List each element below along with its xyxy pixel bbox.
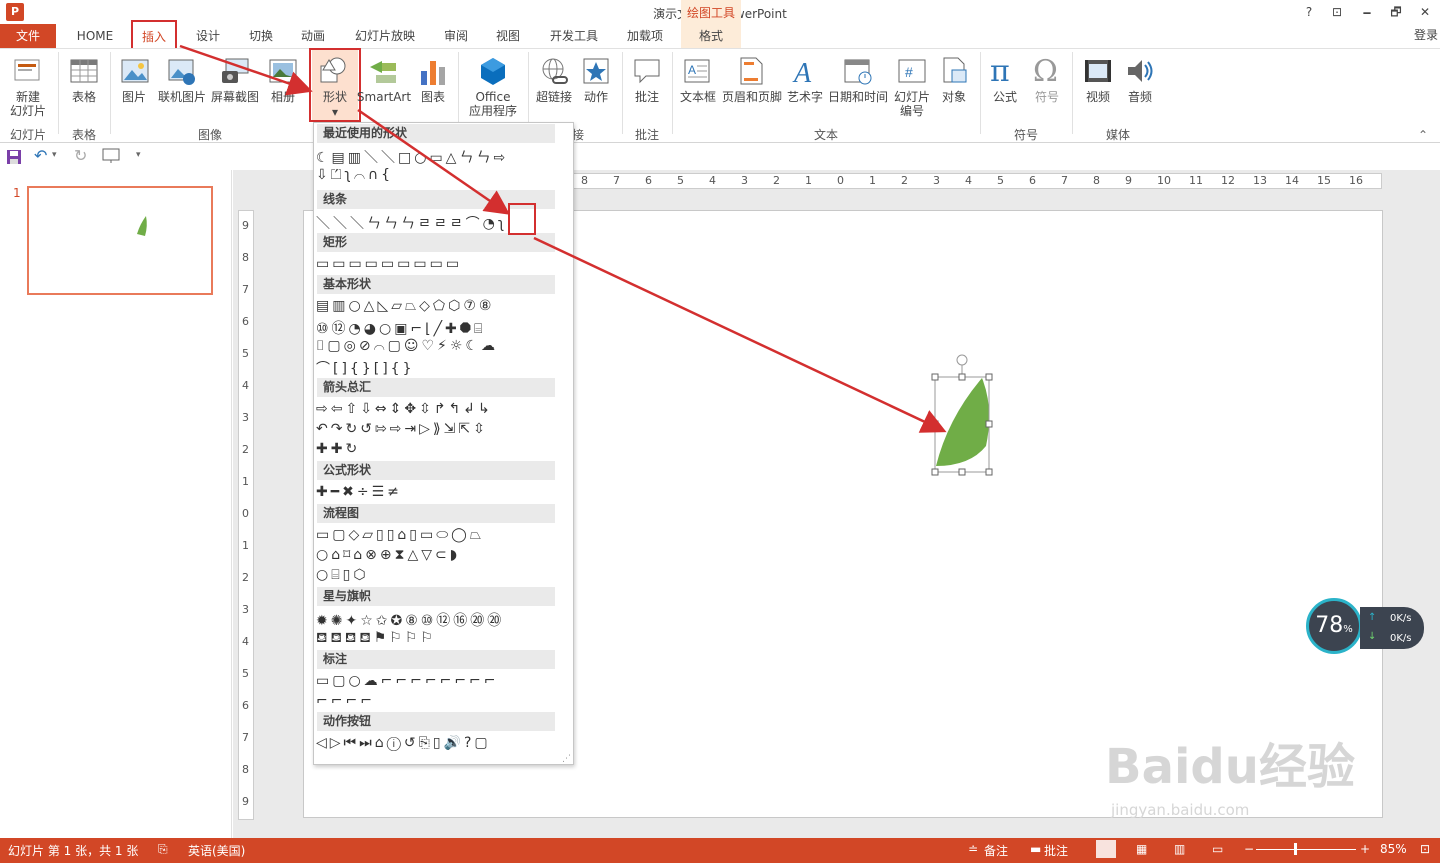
slideshow-view-icon[interactable]: ▭ xyxy=(1212,842,1223,856)
language-status[interactable]: 英语(美国) xyxy=(188,842,245,859)
notes-button[interactable]: 备注 xyxy=(984,842,1008,859)
download-icon: ↓ xyxy=(1368,631,1377,642)
download-speed: 0K/s xyxy=(1390,633,1412,644)
watermark-brand: Baidu经验 xyxy=(1105,739,1355,795)
gauge-unit: % xyxy=(1343,624,1353,635)
comments-icon[interactable]: ▬ xyxy=(1030,842,1041,856)
comments-button[interactable]: 批注 xyxy=(1044,842,1068,859)
baidu-watermark: Baidu经验 jingyan.baidu.com xyxy=(1105,705,1365,830)
cpu-gauge[interactable]: 78% xyxy=(1306,598,1362,654)
zoom-out-icon[interactable]: − xyxy=(1244,842,1254,856)
watermark-url: jingyan.baidu.com xyxy=(1111,801,1250,819)
zoom-level[interactable]: 85% xyxy=(1380,842,1407,856)
network-speed-panel: ↑ 0K/s ↓ 0K/s xyxy=(1360,607,1424,649)
slide-info: 幻灯片 第 1 张，共 1 张 xyxy=(8,844,139,858)
fit-slide-icon[interactable]: ⊡ xyxy=(1420,842,1430,856)
gauge-percent: 78 xyxy=(1315,613,1344,638)
upload-speed: 0K/s xyxy=(1390,613,1412,624)
upload-icon: ↑ xyxy=(1368,612,1377,623)
zoom-slider-track[interactable] xyxy=(1256,849,1356,850)
notes-icon[interactable]: ≐ xyxy=(968,842,978,856)
reading-view-icon[interactable]: ▥ xyxy=(1174,842,1185,856)
zoom-in-icon[interactable]: + xyxy=(1360,842,1370,856)
zoom-slider-thumb[interactable] xyxy=(1294,843,1297,855)
spellcheck-icon[interactable]: ⎘ xyxy=(158,842,168,857)
slide-sorter-icon[interactable]: ▦ xyxy=(1136,842,1147,856)
normal-view-icon[interactable] xyxy=(1096,840,1116,858)
